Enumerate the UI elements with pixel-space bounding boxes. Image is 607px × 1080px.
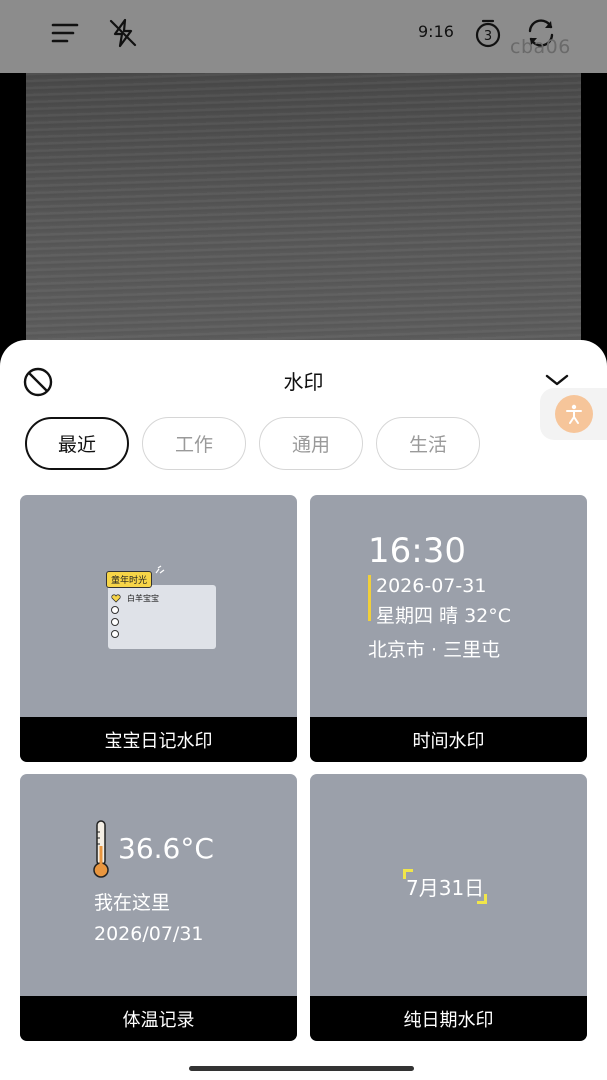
- card-label: 纯日期水印: [310, 996, 587, 1041]
- card-label: 时间水印: [310, 717, 587, 762]
- bullet-icon: [111, 606, 119, 614]
- category-tabs: 最近 工作 通用 生活: [25, 417, 480, 470]
- diary-row: [111, 606, 119, 614]
- diary-row: 白羊宝宝: [111, 593, 159, 604]
- highlight-corner: [484, 894, 488, 904]
- accessibility-icon: [554, 395, 593, 433]
- pure-date-text: 7月31日: [406, 876, 485, 900]
- tab-work[interactable]: 工作: [142, 417, 246, 470]
- sheet-title: 水印: [283, 370, 324, 394]
- preview-temperature: 36.6°C: [118, 832, 214, 865]
- heart-icon: [111, 594, 121, 603]
- preview-place: 我在这里: [94, 892, 171, 914]
- preview-weather: 星期四 晴 32°C: [376, 605, 512, 627]
- diary-tag: 童年时光: [106, 571, 153, 588]
- preview-pure-date: 7月31日: [403, 869, 488, 904]
- card-label: 宝宝日记水印: [20, 717, 297, 762]
- menu-icon[interactable]: [48, 16, 82, 50]
- svg-text:3: 3: [484, 29, 492, 44]
- preview-date: 2026-07-31: [376, 575, 487, 597]
- preview-time: 16:30: [368, 531, 466, 571]
- tab-general[interactable]: 通用: [259, 417, 363, 470]
- highlight-corner: [403, 869, 406, 879]
- bullet-icon: [111, 618, 119, 626]
- timer-3-icon[interactable]: 3: [471, 16, 505, 50]
- top-bar: 9:16 3 cba06: [0, 0, 607, 73]
- preview-location: 北京市 · 三里屯: [368, 639, 501, 661]
- accent-bar: [368, 575, 371, 621]
- preview-date: 2026/07/31: [94, 923, 204, 945]
- thermometer-icon: [93, 820, 109, 878]
- diary-row-text: 白羊宝宝: [127, 594, 159, 603]
- watermark-sheet: 水印 最近 工作 通用 生活 童年时光 白羊宝宝 宝宝日记水印 16:30 20…: [0, 340, 607, 1080]
- camera-preview[interactable]: [26, 73, 581, 373]
- watermark-card-baby-diary[interactable]: 童年时光 白羊宝宝 宝宝日记水印: [20, 495, 297, 762]
- floating-assist-button[interactable]: [540, 388, 607, 440]
- home-indicator[interactable]: [189, 1066, 414, 1071]
- watermark-card-temperature[interactable]: 36.6°C 我在这里 2026/07/31 体温记录: [20, 774, 297, 1041]
- diary-row: [111, 630, 119, 638]
- flash-off-icon[interactable]: [106, 16, 140, 50]
- bullet-icon: [111, 630, 119, 638]
- card-label: 体温记录: [20, 996, 297, 1041]
- sparkle-icon: [155, 565, 165, 574]
- clock-time: 9:16: [418, 22, 454, 41]
- tab-life[interactable]: 生活: [376, 417, 480, 470]
- baby-diary-preview: 童年时光 白羊宝宝: [106, 565, 218, 651]
- diary-row: [111, 618, 119, 626]
- watermark-card-pure-date[interactable]: 7月31日 纯日期水印: [310, 774, 587, 1041]
- watermark-card-time[interactable]: 16:30 2026-07-31 星期四 晴 32°C 北京市 · 三里屯 时间…: [310, 495, 587, 762]
- tab-recent[interactable]: 最近: [25, 417, 129, 470]
- overlay-text: cba06: [510, 36, 571, 58]
